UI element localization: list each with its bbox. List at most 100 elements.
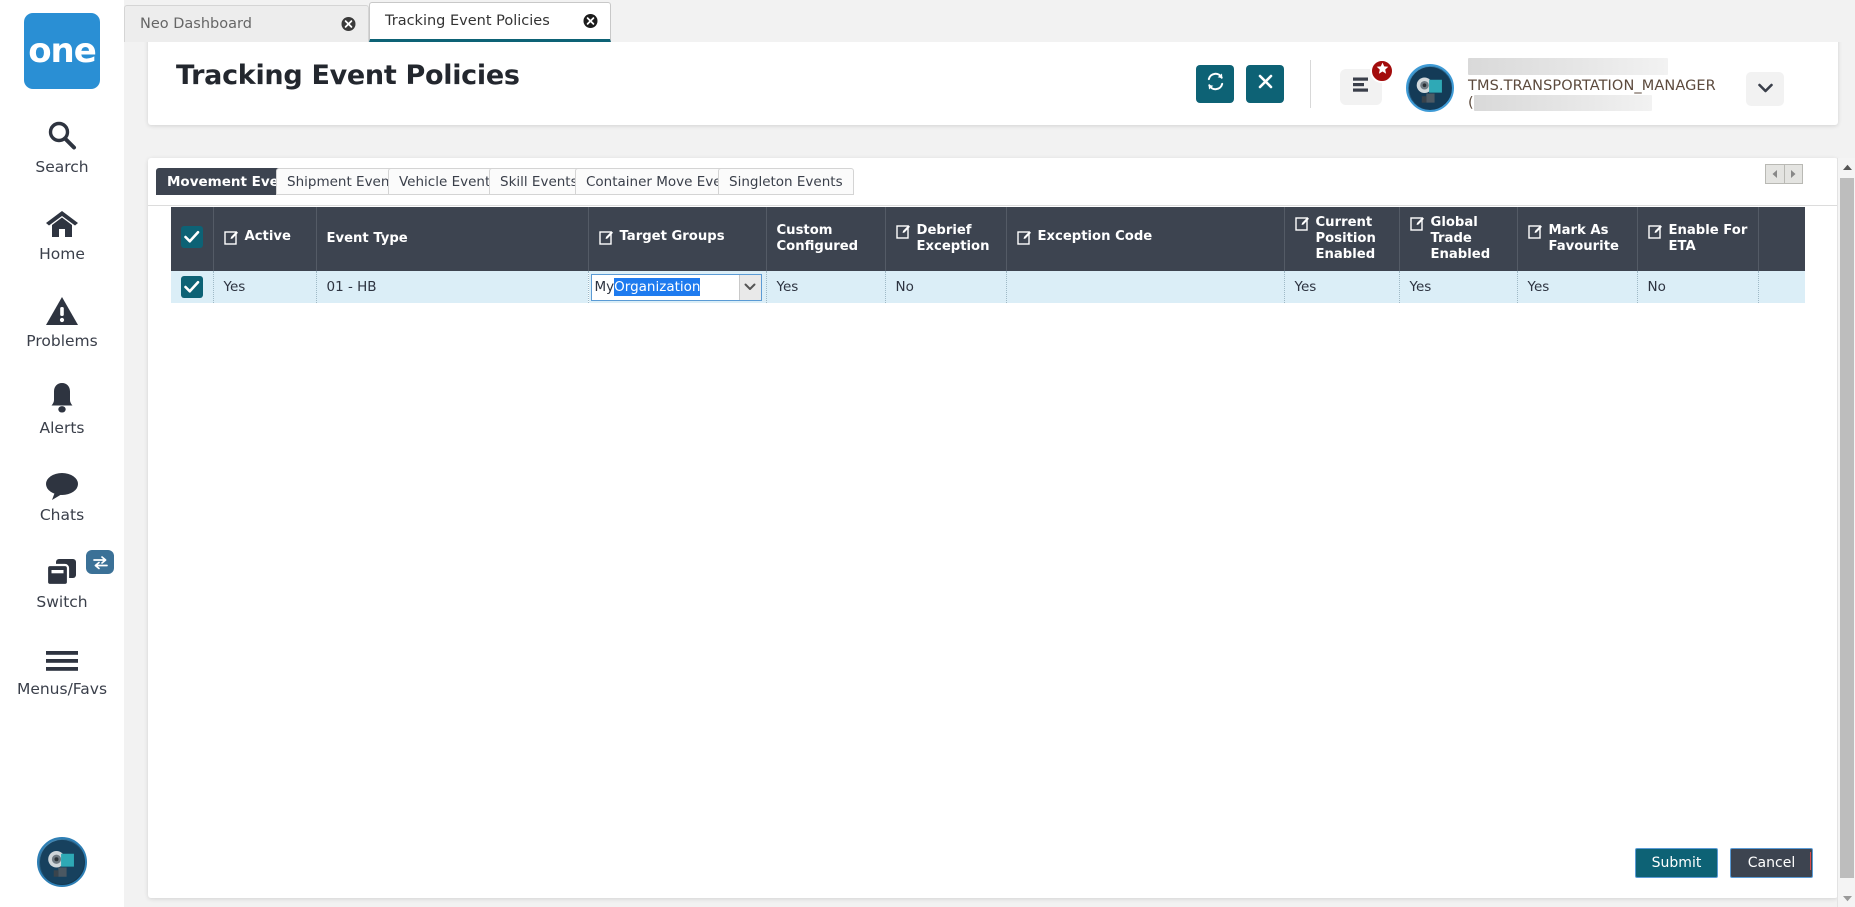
cell-active[interactable]: Yes — [213, 271, 317, 304]
col-header-spacer — [1758, 207, 1805, 272]
col-header-exception-code[interactable]: Exception Code — [1006, 207, 1285, 272]
sidebar-label-home: Home — [39, 245, 85, 263]
page-vertical-scrollbar[interactable] — [1837, 158, 1855, 907]
hamburger-icon — [44, 635, 80, 675]
pencil-edit-icon — [1294, 216, 1310, 236]
col-header-current-position-enabled[interactable]: Current Position Enabled — [1284, 207, 1400, 272]
redacted-company-name — [1468, 58, 1668, 75]
close-page-button[interactable] — [1246, 65, 1284, 103]
chevron-down-icon[interactable] — [738, 274, 761, 300]
sidebar-item-problems[interactable]: Problems — [0, 287, 124, 350]
table-header-row: Active Event Type Target Groups Custom C… — [171, 207, 1805, 272]
browser-tab-label: Tracking Event Policies — [385, 13, 550, 29]
col-header-event-type[interactable]: Event Type — [316, 207, 589, 272]
col-header-label: Debrief Exception — [916, 223, 990, 255]
sidebar-label-menus-favs: Menus/Favs — [16, 680, 108, 698]
sidebar-item-chats[interactable]: Chats — [0, 461, 124, 524]
redacted-org-name — [1473, 95, 1652, 111]
tab-label: Singleton Events — [729, 173, 843, 190]
target-groups-select[interactable]: My Organization — [590, 273, 762, 301]
col-header-label: Target Groups — [619, 228, 725, 244]
cell-enable-eta[interactable]: No — [1637, 271, 1759, 304]
cancel-button-label: Cancel — [1747, 855, 1796, 871]
select-all-checkbox[interactable] — [180, 225, 203, 248]
caret-up-icon — [1842, 158, 1853, 176]
search-icon — [45, 113, 79, 153]
scroll-down-button[interactable] — [1838, 889, 1855, 907]
sidebar-item-home[interactable]: Home — [0, 200, 124, 263]
open-paren: ( — [1468, 95, 1474, 111]
col-header-custom-configured[interactable]: Custom Configured — [766, 207, 886, 272]
sidebar-label-alerts: Alerts — [39, 419, 85, 437]
cell-debrief-exception[interactable]: No — [885, 271, 1007, 304]
col-header-active[interactable]: Active — [213, 207, 317, 272]
browser-tab-tracking-event-policies[interactable]: Tracking Event Policies — [369, 2, 611, 42]
col-header-global-trade-enabled[interactable]: Global Trade Enabled — [1399, 207, 1518, 272]
pencil-edit-icon — [895, 224, 911, 244]
horizontal-scroll-nub[interactable] — [1765, 164, 1803, 184]
sidebar-label-chats: Chats — [39, 506, 85, 524]
col-header-debrief-exception[interactable]: Debrief Exception — [885, 207, 1007, 272]
tab-label: Shipment Events — [287, 173, 402, 190]
tab-label: Skill Events — [500, 173, 578, 190]
scroll-thumb[interactable] — [1840, 178, 1854, 878]
sidebar-avatar[interactable] — [37, 837, 87, 887]
browser-tab-strip: Neo Dashboard Tracking Event Policies — [124, 0, 1855, 42]
header-avatar[interactable] — [1406, 64, 1454, 112]
col-header-label: Enable For ETA — [1668, 223, 1748, 255]
tab-singleton-events[interactable]: Singleton Events — [718, 168, 854, 195]
table-header: Active Event Type Target Groups Custom C… — [171, 207, 1805, 272]
col-header-label: Exception Code — [1037, 228, 1153, 244]
cell-target-groups[interactable]: My Organization — [588, 271, 767, 304]
events-table-wrapper: Active Event Type Target Groups Custom C… — [171, 207, 1805, 304]
sidebar-label-search: Search — [35, 158, 89, 176]
cell-current-position[interactable]: Yes — [1284, 271, 1400, 304]
switch-windows-icon — [44, 548, 80, 588]
cell-mark-favourite[interactable]: Yes — [1517, 271, 1638, 304]
row-select-cell[interactable] — [171, 271, 214, 304]
swap-arrows-icon[interactable] — [86, 550, 114, 574]
sidebar-item-switch[interactable]: Switch — [0, 548, 124, 611]
bell-icon — [47, 374, 77, 414]
pencil-edit-icon — [1527, 224, 1543, 244]
sidebar-item-alerts[interactable]: Alerts — [0, 374, 124, 437]
sidebar-item-menus-favs[interactable]: Menus/Favs — [0, 635, 124, 698]
cancel-button[interactable]: Cancel — [1730, 848, 1813, 878]
close-circle-icon[interactable] — [341, 17, 356, 32]
cell-custom-configured[interactable]: Yes — [766, 271, 886, 304]
col-header-label: Custom Configured — [776, 223, 859, 255]
row-checkbox[interactable] — [180, 276, 203, 299]
caret-left-icon[interactable] — [1766, 165, 1784, 183]
col-header-label: Current Position Enabled — [1315, 215, 1376, 263]
close-circle-icon[interactable] — [583, 14, 598, 29]
submit-button[interactable]: Submit — [1635, 848, 1718, 878]
refresh-button[interactable] — [1196, 65, 1234, 103]
table-body: Yes 01 - HB My Organization Yes No Yes Y… — [171, 271, 1805, 304]
table-row[interactable]: Yes 01 - HB My Organization Yes No Yes Y… — [171, 271, 1805, 304]
robot-avatar-icon — [1408, 66, 1452, 110]
app-logo[interactable]: one — [24, 13, 100, 89]
header-notification-badge[interactable] — [1370, 59, 1394, 83]
user-menu-button[interactable] — [1746, 72, 1784, 106]
caret-down-icon — [1842, 889, 1853, 907]
chat-bubble-icon — [44, 461, 80, 501]
main-content-card: Movement Events Shipment Events Vehicle … — [148, 158, 1838, 898]
refresh-icon — [1205, 71, 1226, 97]
select-all-header[interactable] — [171, 207, 214, 272]
cell-exception-code[interactable] — [1006, 271, 1285, 304]
caret-right-icon[interactable] — [1784, 165, 1802, 183]
page-title: Tracking Event Policies — [176, 60, 520, 91]
scroll-up-button[interactable] — [1838, 158, 1855, 176]
cell-event-type[interactable]: 01 - HB — [316, 271, 589, 304]
header-user-block: TMS.TRANSPORTATION_MANAGER ( — [1468, 58, 1718, 111]
col-header-enable-for-eta[interactable]: Enable For ETA — [1637, 207, 1759, 272]
sidebar-item-search[interactable]: Search — [0, 113, 124, 176]
x-icon — [1257, 73, 1274, 95]
tab-skill-events[interactable]: Skill Events — [489, 168, 589, 195]
col-header-target-groups[interactable]: Target Groups — [588, 207, 767, 272]
text-caret — [1810, 852, 1811, 870]
browser-tab-neo-dashboard[interactable]: Neo Dashboard — [124, 5, 369, 42]
cell-global-trade[interactable]: Yes — [1399, 271, 1518, 304]
left-sidebar: one Search Home Problems Alerts Chats Sw… — [0, 0, 124, 907]
col-header-mark-as-favourite[interactable]: Mark As Favourite — [1517, 207, 1638, 272]
